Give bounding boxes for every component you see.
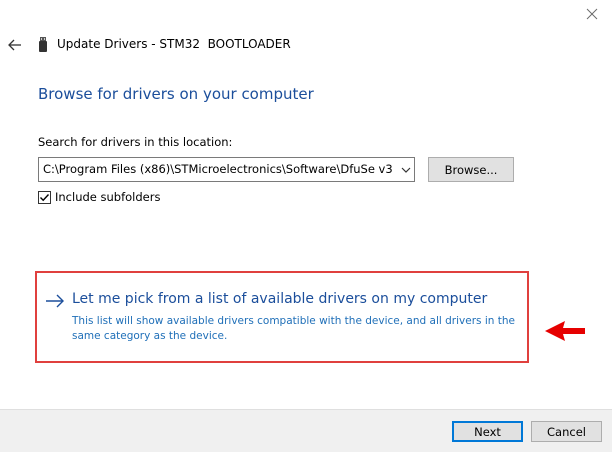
- chevron-down-icon[interactable]: [401, 165, 411, 175]
- driver-path-value: C:\Program Files (x86)\STMicroelectronic…: [43, 162, 393, 176]
- page-title: Browse for drivers on your computer: [38, 85, 314, 103]
- driver-path-combobox[interactable]: C:\Program Files (x86)\STMicroelectronic…: [38, 157, 415, 182]
- cancel-button[interactable]: Cancel: [531, 421, 602, 442]
- close-icon: [586, 8, 598, 20]
- browse-button[interactable]: Browse...: [428, 157, 514, 182]
- include-subfolders-label: Include subfolders: [55, 190, 161, 204]
- window-title: Update Drivers - STM32 BOOTLOADER: [57, 37, 291, 51]
- pick-from-list-description: This list will show available drivers co…: [72, 315, 515, 342]
- red-pointer-arrow-icon: [545, 321, 585, 341]
- right-arrow-icon: [46, 294, 64, 308]
- back-arrow-icon: [8, 39, 21, 51]
- search-location-label: Search for drivers in this location:: [38, 135, 233, 149]
- include-subfolders-checkbox[interactable]: [38, 191, 51, 204]
- usb-device-icon: [38, 37, 48, 53]
- pick-from-list-title: Let me pick from a list of available dri…: [72, 291, 488, 307]
- back-button[interactable]: [8, 38, 22, 52]
- next-button[interactable]: Next: [452, 421, 523, 442]
- checkmark-icon: [40, 194, 50, 202]
- close-button[interactable]: [584, 6, 600, 22]
